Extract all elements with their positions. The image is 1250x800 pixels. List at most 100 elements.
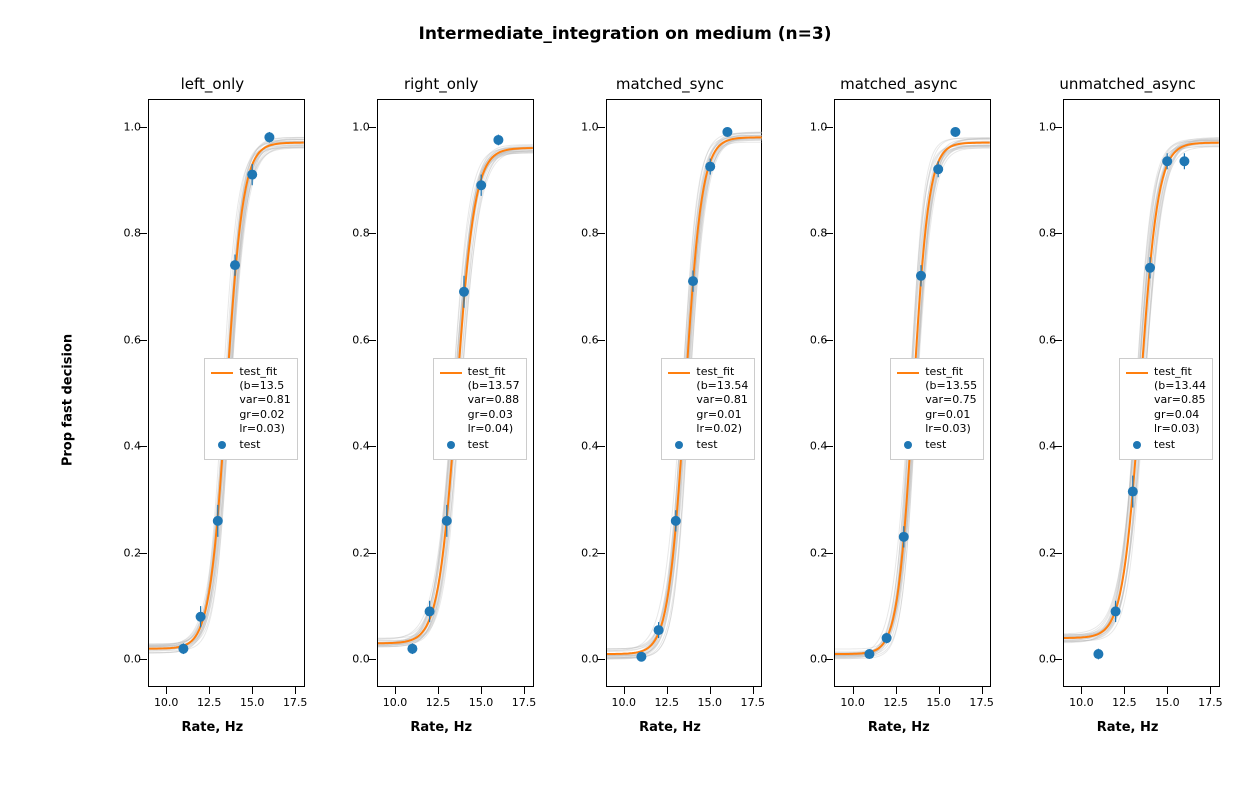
legend-line-icon	[897, 372, 919, 374]
legend-test-label: test	[696, 438, 717, 452]
y-tick-label: 0.6	[124, 333, 142, 346]
x-tick	[896, 686, 897, 694]
panel-matched_async: matched_async 0.00.20.40.60.81.010.012.51…	[806, 75, 991, 735]
x-tick	[753, 686, 754, 694]
axes: 0.00.20.40.60.81.010.012.515.017.5test_f…	[834, 99, 991, 687]
data-point	[213, 516, 223, 526]
legend-entry-test: test	[668, 438, 748, 452]
x-axis-label: Rate, Hz	[868, 720, 930, 735]
data-point	[951, 127, 961, 137]
x-tick-label: 15.0	[1155, 696, 1180, 709]
x-tick	[1081, 686, 1082, 694]
x-tick-label: 12.5	[1112, 696, 1137, 709]
y-tick-label: 0.2	[581, 546, 599, 559]
x-tick-label: 12.5	[883, 696, 908, 709]
data-point	[670, 516, 680, 526]
y-tick-label: 0.4	[810, 440, 828, 453]
y-tick-label: 0.8	[581, 227, 599, 240]
legend-entry-test: test	[897, 438, 977, 452]
x-tick-label: 10.0	[840, 696, 865, 709]
y-tick-label: 0.4	[352, 440, 370, 453]
x-tick	[166, 686, 167, 694]
panel-title: matched_async	[806, 75, 991, 93]
x-tick	[209, 686, 210, 694]
x-tick-label: 10.0	[154, 696, 179, 709]
legend-fit-label: test_fit (b=13.54 var=0.81 gr=0.01 lr=0.…	[696, 365, 748, 436]
legend: test_fit (b=13.55 var=0.75 gr=0.01 lr=0.…	[890, 358, 984, 460]
axes: 0.00.20.40.60.81.010.012.515.017.5test_f…	[377, 99, 534, 687]
data-point	[722, 127, 732, 137]
y-tick-label: 0.6	[1039, 333, 1057, 346]
y-tick-label: 0.6	[581, 333, 599, 346]
legend-fit-label: test_fit (b=13.5 var=0.81 gr=0.02 lr=0.0…	[239, 365, 290, 436]
legend-fit-label: test_fit (b=13.55 var=0.75 gr=0.01 lr=0.…	[925, 365, 977, 436]
x-tick-label: 12.5	[197, 696, 222, 709]
panel-title: matched_sync	[578, 75, 763, 93]
y-tick-label: 0.0	[581, 653, 599, 666]
x-tick-label: 10.0	[383, 696, 408, 709]
axes-wrap: 0.00.20.40.60.81.010.012.515.017.5test_f…	[120, 99, 305, 735]
legend-line-icon	[211, 372, 233, 374]
legend-dot-icon	[211, 438, 233, 452]
panel-left_only: left_only0.00.20.40.60.81.010.012.515.01…	[120, 75, 305, 735]
legend-fit-label: test_fit (b=13.57 var=0.88 gr=0.03 lr=0.…	[468, 365, 520, 436]
data-point	[1111, 606, 1121, 616]
y-tick-label: 1.0	[581, 120, 599, 133]
x-tick-label: 15.0	[240, 696, 265, 709]
x-axis-label: Rate, Hz	[1097, 720, 1159, 735]
data-point	[934, 164, 944, 174]
y-tick-label: 0.0	[1039, 653, 1057, 666]
data-point	[230, 260, 240, 270]
legend-test-label: test	[1154, 438, 1175, 452]
x-tick	[252, 686, 253, 694]
legend: test_fit (b=13.54 var=0.81 gr=0.01 lr=0.…	[661, 358, 755, 460]
axes: 0.00.20.40.60.81.010.012.515.017.5test_f…	[148, 99, 305, 687]
legend-test-label: test	[468, 438, 489, 452]
x-tick-label: 12.5	[655, 696, 680, 709]
x-tick	[667, 686, 668, 694]
y-tick-label: 0.8	[1039, 227, 1057, 240]
data-point	[459, 287, 469, 297]
y-axis-label: Prop fast decision	[61, 334, 76, 466]
data-point	[493, 135, 503, 145]
axes-wrap: 0.00.20.40.60.81.010.012.515.017.5test_f…	[349, 99, 534, 735]
data-point	[865, 649, 875, 659]
legend: test_fit (b=13.57 var=0.88 gr=0.03 lr=0.…	[433, 358, 527, 460]
legend-entry-test: test	[1126, 438, 1206, 452]
legend-fit-label: test_fit (b=13.44 var=0.85 gr=0.04 lr=0.…	[1154, 365, 1206, 436]
y-tick-label: 0.2	[1039, 546, 1057, 559]
legend-dot-icon	[668, 438, 690, 452]
figure-title: Intermediate_integration on medium (n=3)	[0, 24, 1250, 44]
data-point	[653, 625, 663, 635]
data-point	[1162, 156, 1172, 166]
axes: 0.00.20.40.60.81.010.012.515.017.5test_f…	[1063, 99, 1220, 687]
x-tick	[295, 686, 296, 694]
axes-wrap: 0.00.20.40.60.81.010.012.515.017.5test_f…	[806, 99, 991, 735]
x-tick	[939, 686, 940, 694]
legend-line-icon	[1126, 372, 1148, 374]
legend-dot-icon	[440, 438, 462, 452]
x-tick	[481, 686, 482, 694]
x-tick-label: 15.0	[926, 696, 951, 709]
x-tick	[710, 686, 711, 694]
x-axis-label: Rate, Hz	[410, 720, 472, 735]
x-axis-label: Rate, Hz	[639, 720, 701, 735]
data-point	[899, 532, 909, 542]
data-point	[264, 132, 274, 142]
data-point	[407, 644, 417, 654]
figure: Intermediate_integration on medium (n=3)…	[0, 0, 1250, 800]
y-tick-label: 1.0	[124, 120, 142, 133]
y-tick-label: 0.4	[124, 440, 142, 453]
legend-test-label: test	[239, 438, 260, 452]
legend-dot-icon	[1126, 438, 1148, 452]
y-tick-label: 0.8	[810, 227, 828, 240]
panel-row: left_only0.00.20.40.60.81.010.012.515.01…	[120, 75, 1220, 735]
y-tick-label: 0.8	[124, 227, 142, 240]
data-point	[1180, 156, 1190, 166]
y-tick-label: 0.2	[352, 546, 370, 559]
y-tick-label: 0.2	[124, 546, 142, 559]
data-point	[916, 271, 926, 281]
x-tick	[1124, 686, 1125, 694]
data-point	[688, 276, 698, 286]
x-tick	[395, 686, 396, 694]
